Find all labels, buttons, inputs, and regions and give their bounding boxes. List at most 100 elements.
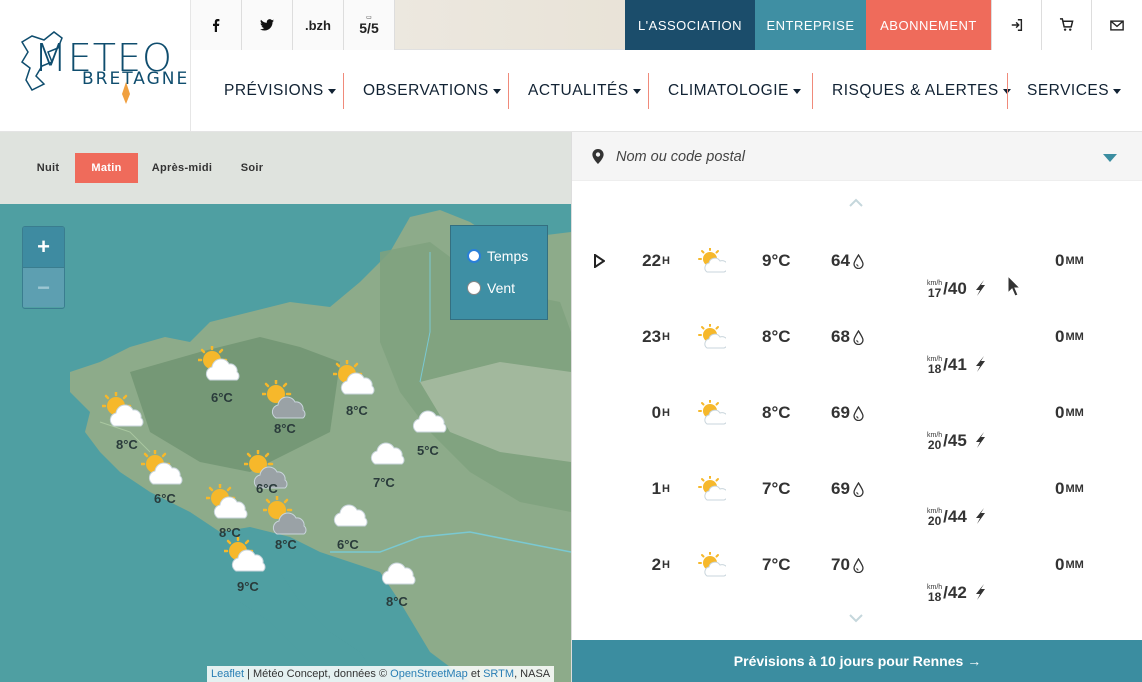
chevron-down-icon: [632, 88, 641, 94]
location-search: [572, 132, 1142, 181]
forecast-humidity: 69: [831, 375, 864, 451]
cloud-icon[interactable]: [326, 494, 370, 539]
radio-temps[interactable]: [467, 249, 481, 263]
sun-cloud-icon: [698, 223, 726, 299]
forecast-row[interactable]: 1 H 7°C 69 km/h 20/44 0 MM: [572, 451, 1142, 527]
forecast-wind: km/h 18/41: [927, 299, 987, 375]
abonnement-button[interactable]: Abonnement: [866, 0, 991, 50]
map-temperature-label: 5°C: [417, 443, 439, 458]
forecast-humidity: 64: [831, 223, 864, 299]
livre-5-5-link[interactable]: ▭ 5/5: [344, 0, 395, 50]
radio-vent[interactable]: [467, 281, 481, 295]
map-temperature-label: 8°C: [116, 437, 138, 452]
forecast-row[interactable]: 0 H 8°C 69 km/h 20/45 0 MM: [572, 375, 1142, 451]
sun-cloud-icon[interactable]: [100, 390, 146, 437]
facebook-link[interactable]: [191, 0, 242, 50]
chevron-down-icon: [492, 88, 501, 94]
play-icon[interactable]: [594, 223, 605, 299]
nav-divider: [1007, 73, 1008, 109]
search-input[interactable]: [616, 146, 1076, 168]
wind-direction-icon: [975, 280, 985, 296]
forecast-rain: 0 MM: [1055, 251, 1084, 270]
period-selector: Nuit Matin Après-midi Soir: [0, 132, 571, 204]
map-temperature-label: 6°C: [211, 390, 233, 405]
cloud-icon[interactable]: [405, 400, 449, 445]
top-bar: .bzh ▭ 5/5 L'Association Entreprise Abon…: [191, 0, 1142, 50]
period-apres-midi[interactable]: Après-midi: [144, 153, 220, 183]
nav-divider: [508, 73, 509, 109]
sun-cloud-icon[interactable]: [331, 358, 377, 405]
forecast-rain: 0 MM: [1055, 555, 1084, 574]
forecast-hour: 0H: [651, 403, 670, 422]
login-icon: [1011, 19, 1022, 31]
nav-previsions[interactable]: Prévisions: [224, 73, 336, 109]
forecast-hour: 2H: [651, 555, 670, 574]
period-nuit[interactable]: Nuit: [26, 153, 70, 183]
ten-day-forecast-button[interactable]: Prévisions à 10 jours pour Rennes →: [572, 640, 1142, 682]
chevron-down-icon: [792, 88, 801, 94]
osm-link[interactable]: OpenStreetMap: [390, 668, 468, 680]
dropdown-caret-icon[interactable]: [1103, 154, 1117, 162]
period-matin[interactable]: Matin: [75, 153, 138, 183]
sun-cloud-icon[interactable]: [222, 535, 268, 582]
twitter-icon: [260, 19, 274, 31]
sun-cloud-icon[interactable]: [204, 482, 250, 529]
scroll-down-icon[interactable]: [849, 614, 863, 623]
wind-direction-icon: [975, 432, 985, 448]
sun-cloud-icon: [698, 375, 726, 451]
forecast-humidity: 69: [831, 451, 864, 527]
logo-text-bretagne: BRETAGNE: [82, 69, 190, 89]
main-nav: Prévisions Observations Actualités Clima…: [191, 51, 1142, 131]
nav-actualites[interactable]: Actualités: [528, 73, 641, 109]
forecast-row[interactable]: 23 H 8°C 68 km/h 18/41 0 MM: [572, 299, 1142, 375]
period-soir[interactable]: Soir: [228, 153, 276, 183]
contact-button[interactable]: [1091, 0, 1142, 50]
login-button[interactable]: [991, 0, 1041, 50]
zoom-in-button[interactable]: +: [23, 227, 64, 267]
forecast-panel: 22H 9°C 64 km/h17/40 0MM 23H 8°C 68 km/h18/41 0MM…: [571, 132, 1142, 682]
bzh-link[interactable]: .bzh: [293, 0, 344, 50]
twitter-link[interactable]: [242, 0, 293, 50]
wind-direction-icon: [975, 356, 985, 372]
forecast-humidity: 70: [831, 527, 864, 603]
forecast-row[interactable]: 2 H 7°C 70 km/h 18/42 0 MM: [572, 527, 1142, 603]
layer-temps-option[interactable]: Temps: [467, 248, 528, 264]
humidity-drop-icon: [853, 405, 864, 421]
site-logo[interactable]: METEO BRETAGNE: [0, 0, 191, 131]
chevron-down-icon: [1113, 88, 1122, 94]
zoom-out-button[interactable]: −: [23, 267, 64, 307]
scroll-up-icon[interactable]: [849, 198, 863, 207]
srtm-link[interactable]: SRTM: [483, 668, 514, 680]
map-attribution: Leaflet | Météo Concept, données © OpenS…: [207, 666, 555, 682]
cloud-icon[interactable]: [374, 552, 418, 597]
forecast-rain: 0 MM: [1055, 479, 1084, 498]
cart-button[interactable]: [1041, 0, 1091, 50]
leaflet-link[interactable]: Leaflet: [211, 668, 244, 680]
map-temperature-label: 6°C: [337, 537, 359, 552]
facebook-icon: [213, 19, 220, 32]
forecast-hour: 22 H: [642, 251, 670, 270]
sun-dark-cloud-icon[interactable]: [261, 494, 307, 541]
forecast-row[interactable]: 22 H 9°C 64 km/h 17/40 0 MM: [572, 223, 1142, 299]
nav-observations[interactable]: Observations: [363, 73, 501, 109]
nav-services[interactable]: Services: [1027, 73, 1122, 109]
sun-cloud-icon: [698, 527, 726, 603]
sun-cloud-icon[interactable]: [139, 448, 185, 495]
sun-cloud-icon[interactable]: [196, 344, 242, 391]
map-temperature-label: 8°C: [274, 421, 296, 436]
cloud-icon[interactable]: [363, 432, 407, 477]
forecast-temp: 7°C: [762, 555, 791, 574]
layer-vent-option[interactable]: Vent: [467, 280, 515, 296]
forecast-wind: km/h 17/40: [927, 223, 987, 299]
layer-selector: Temps Vent: [450, 225, 548, 320]
weather-map[interactable]: Nuit Matin Après-midi Soir + − Temps Ven…: [0, 132, 571, 682]
humidity-drop-icon: [853, 481, 864, 497]
nav-risques-alertes[interactable]: Risques & Alertes: [832, 73, 1011, 109]
entreprise-button[interactable]: Entreprise: [755, 0, 866, 50]
association-button[interactable]: L'Association: [625, 0, 755, 50]
nav-climatologie[interactable]: Climatologie: [668, 73, 801, 109]
sun-cloud-icon: [698, 299, 726, 375]
forecast-temp: 8°C: [762, 327, 791, 346]
sun-dark-cloud-icon[interactable]: [260, 378, 306, 425]
humidity-drop-icon: [853, 329, 864, 345]
